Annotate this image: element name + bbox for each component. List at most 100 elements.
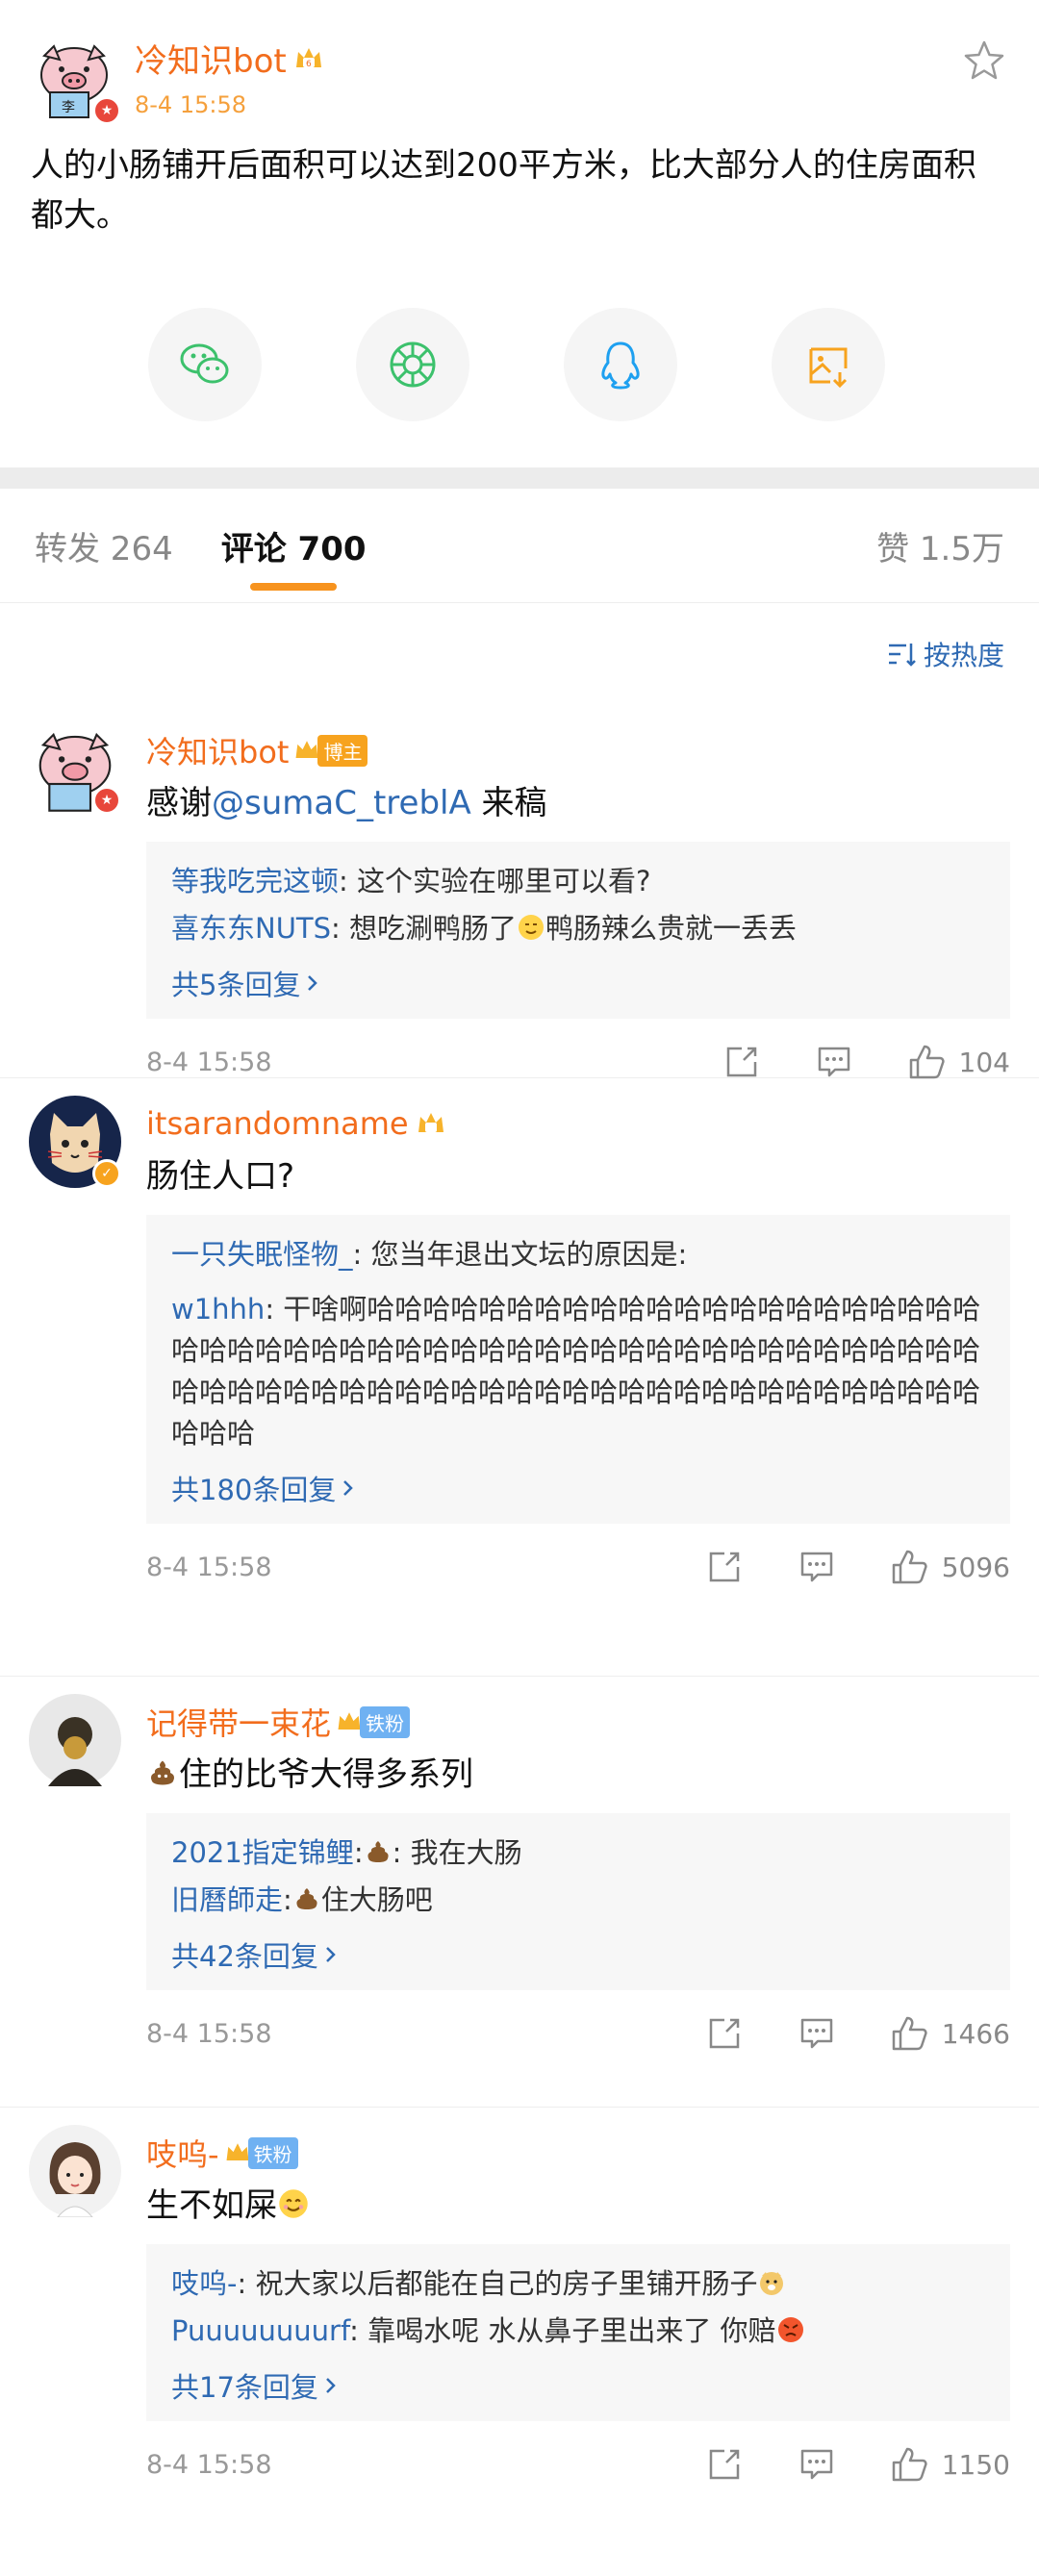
like-button[interactable] — [890, 2014, 928, 2053]
commenter-name[interactable]: 吱呜- — [146, 2131, 219, 2175]
comment-item: 记得带一束花 铁粉 住的比爷大得多系列 2021指定锦鲤:: 我在大肠 旧曆師走… — [0, 1677, 1039, 2108]
poop-emoji-icon — [367, 1841, 389, 1862]
post-time: 8-4 15:58 — [135, 91, 246, 118]
post-header: 李 ★ 冷知识bot 6 8-4 15:58 — [31, 35, 1008, 125]
photo-avatar-icon — [29, 1694, 121, 1786]
reply-icon — [800, 1552, 832, 1582]
like-button[interactable] — [907, 1043, 946, 1081]
comment-item: ★ 冷知识bot 博主 感谢@sumaC_treblA 来稿 等我吃完这顿: 这… — [0, 705, 1039, 1081]
reply-item[interactable]: Puuuuuuuurf: 靠喝水呢 水从鼻子里出来了 你赔 — [171, 2311, 985, 2352]
commenter-avatar[interactable] — [29, 2125, 121, 2218]
repost-button[interactable] — [705, 1548, 744, 1586]
tab-likes[interactable]: 赞 1.5万 — [876, 522, 1004, 569]
sort-button[interactable]: 按热度 — [0, 603, 1039, 705]
reply-item[interactable]: 旧曆師走: 住大肠吧 — [171, 1880, 985, 1921]
blogger-tag: 博主 — [292, 734, 368, 767]
verified-badge-icon: ✓ — [92, 1159, 121, 1188]
comment-text: 生不如屎 — [146, 2183, 1010, 2229]
girl-avatar-icon — [29, 2125, 121, 2218]
share-save-image-button[interactable] — [772, 308, 885, 421]
reply-button[interactable] — [798, 2445, 836, 2484]
more-replies-link[interactable]: 共42条回复 — [171, 1934, 985, 1975]
moments-icon — [390, 341, 436, 388]
reply-button[interactable] — [815, 1043, 853, 1081]
svg-text:6: 6 — [306, 60, 312, 69]
reply-button[interactable] — [798, 1548, 836, 1586]
reply-item[interactable]: 2021指定锦鲤:: 我在大肠 — [171, 1832, 985, 1874]
like-icon — [909, 1045, 945, 1079]
verified-badge-icon: ★ — [92, 786, 121, 815]
tab-comments[interactable]: 评论 700 — [221, 522, 367, 591]
repost-button[interactable] — [722, 1043, 761, 1081]
commenter-avatar[interactable] — [29, 1694, 121, 1786]
reply-item[interactable]: 等我吃完这顿: 这个实验在哪里可以看? — [171, 861, 985, 902]
commenter-name[interactable]: 记得带一束花 — [146, 1700, 331, 1744]
more-replies-link[interactable]: 共5条回复 — [171, 963, 985, 1003]
share-row — [31, 308, 1008, 421]
post-card: 李 ★ 冷知识bot 6 8-4 15:58 人的小肠铺开后面积可以达到200平… — [0, 0, 1039, 467]
verified-badge-icon: ★ — [92, 96, 121, 125]
like-count: 5096 — [941, 1551, 1010, 1583]
share-moments-button[interactable] — [356, 308, 469, 421]
chevron-right-icon — [326, 1947, 336, 1962]
like-button[interactable] — [890, 1548, 928, 1586]
like-count: 104 — [958, 1046, 1010, 1078]
doge-emoji-icon — [760, 2272, 784, 2295]
save-image-icon — [809, 347, 848, 389]
comment-time: 8-4 15:58 — [146, 2449, 272, 2480]
commenter-name[interactable]: 冷知识bot — [146, 728, 289, 772]
poop-emoji-icon — [151, 1760, 174, 1785]
comment-time: 8-4 15:58 — [146, 2018, 272, 2049]
repost-icon — [709, 2018, 739, 2049]
iron-fan-tag: 铁粉 — [335, 1705, 411, 1738]
commenter-avatar[interactable]: ★ — [29, 722, 121, 815]
tab-repost[interactable]: 转发 264 — [35, 522, 173, 569]
section-divider — [0, 467, 1039, 489]
repost-button[interactable] — [705, 2014, 744, 2053]
angry-emoji-icon — [777, 2317, 803, 2342]
comment-time: 8-4 15:58 — [146, 1047, 272, 1077]
drooling-emoji-icon — [519, 915, 545, 940]
reply-item[interactable]: 一只失眠怪物_: 您当年退出文坛的原因是: — [171, 1234, 985, 1275]
reply-icon — [818, 1047, 849, 1077]
like-button[interactable] — [890, 2445, 928, 2484]
favorite-star-icon[interactable] — [962, 38, 1006, 83]
more-replies-link[interactable]: 共17条回复 — [171, 2365, 985, 2406]
repost-icon — [726, 1047, 756, 1077]
comment-time: 8-4 15:58 — [146, 1552, 272, 1582]
repost-button[interactable] — [705, 2445, 744, 2484]
commenter-name[interactable]: itsarandomname — [146, 1105, 409, 1142]
commenter-avatar[interactable]: ✓ — [29, 1096, 121, 1188]
author-avatar[interactable]: 李 ★ — [31, 35, 121, 125]
like-icon — [892, 2447, 927, 2482]
comment-item: ✓ itsarandomname 肠住人口? 一只失眠怪物_: 您当年退出文坛的… — [0, 1078, 1039, 1677]
comment-text: 住的比爷大得多系列 — [146, 1752, 1010, 1798]
iron-fan-tag: 铁粉 — [223, 2136, 298, 2169]
reply-item[interactable]: 吱呜-: 祝大家以后都能在自己的房子里铺开肠子 — [171, 2263, 985, 2305]
wechat-icon — [180, 343, 229, 384]
reply-item[interactable]: 喜东东NUTS: 想吃涮鸭肠了 鸭肠辣么贵就一丢丢 — [171, 908, 985, 949]
reply-box: 吱呜-: 祝大家以后都能在自己的房子里铺开肠子 Puuuuuuuurf: 靠喝水… — [146, 2244, 1010, 2421]
comment-text: 感谢@sumaC_treblA 来稿 — [146, 784, 547, 822]
repost-icon — [709, 2449, 739, 2480]
like-icon — [892, 1550, 927, 1584]
vip-crown-icon — [418, 1113, 443, 1132]
sort-icon — [888, 644, 916, 667]
smile-emoji-icon — [279, 2189, 308, 2218]
more-replies-link[interactable]: 共180条回复 — [171, 1468, 985, 1508]
reply-box: 等我吃完这顿: 这个实验在哪里可以看? 喜东东NUTS: 想吃涮鸭肠了 鸭肠辣么贵… — [146, 842, 1010, 1019]
like-count: 1466 — [941, 2017, 1010, 2050]
vip-tag — [413, 1109, 449, 1138]
share-qq-button[interactable] — [564, 308, 677, 421]
poop-emoji-icon — [296, 1888, 317, 1909]
mention-link[interactable]: @sumaC_treblA — [212, 784, 471, 822]
reply-button[interactable] — [798, 2014, 836, 2053]
chevron-right-icon — [308, 975, 318, 991]
reply-item[interactable]: w1hhh: 干啥啊哈哈哈哈哈哈哈哈哈哈哈哈哈哈哈哈哈哈哈哈哈哈哈哈哈哈哈哈哈哈… — [171, 1289, 985, 1454]
reply-icon — [800, 2018, 832, 2049]
author-name[interactable]: 冷知识bot — [135, 35, 287, 82]
share-wechat-button[interactable] — [148, 308, 262, 421]
comment-item: 吱呜- 铁粉 生不如屎 吱呜-: 祝大家以后都能在自己的房子里铺开肠子 Puuu… — [0, 2108, 1039, 2550]
sort-label: 按热度 — [923, 640, 1004, 671]
svg-text:李: 李 — [62, 100, 75, 115]
